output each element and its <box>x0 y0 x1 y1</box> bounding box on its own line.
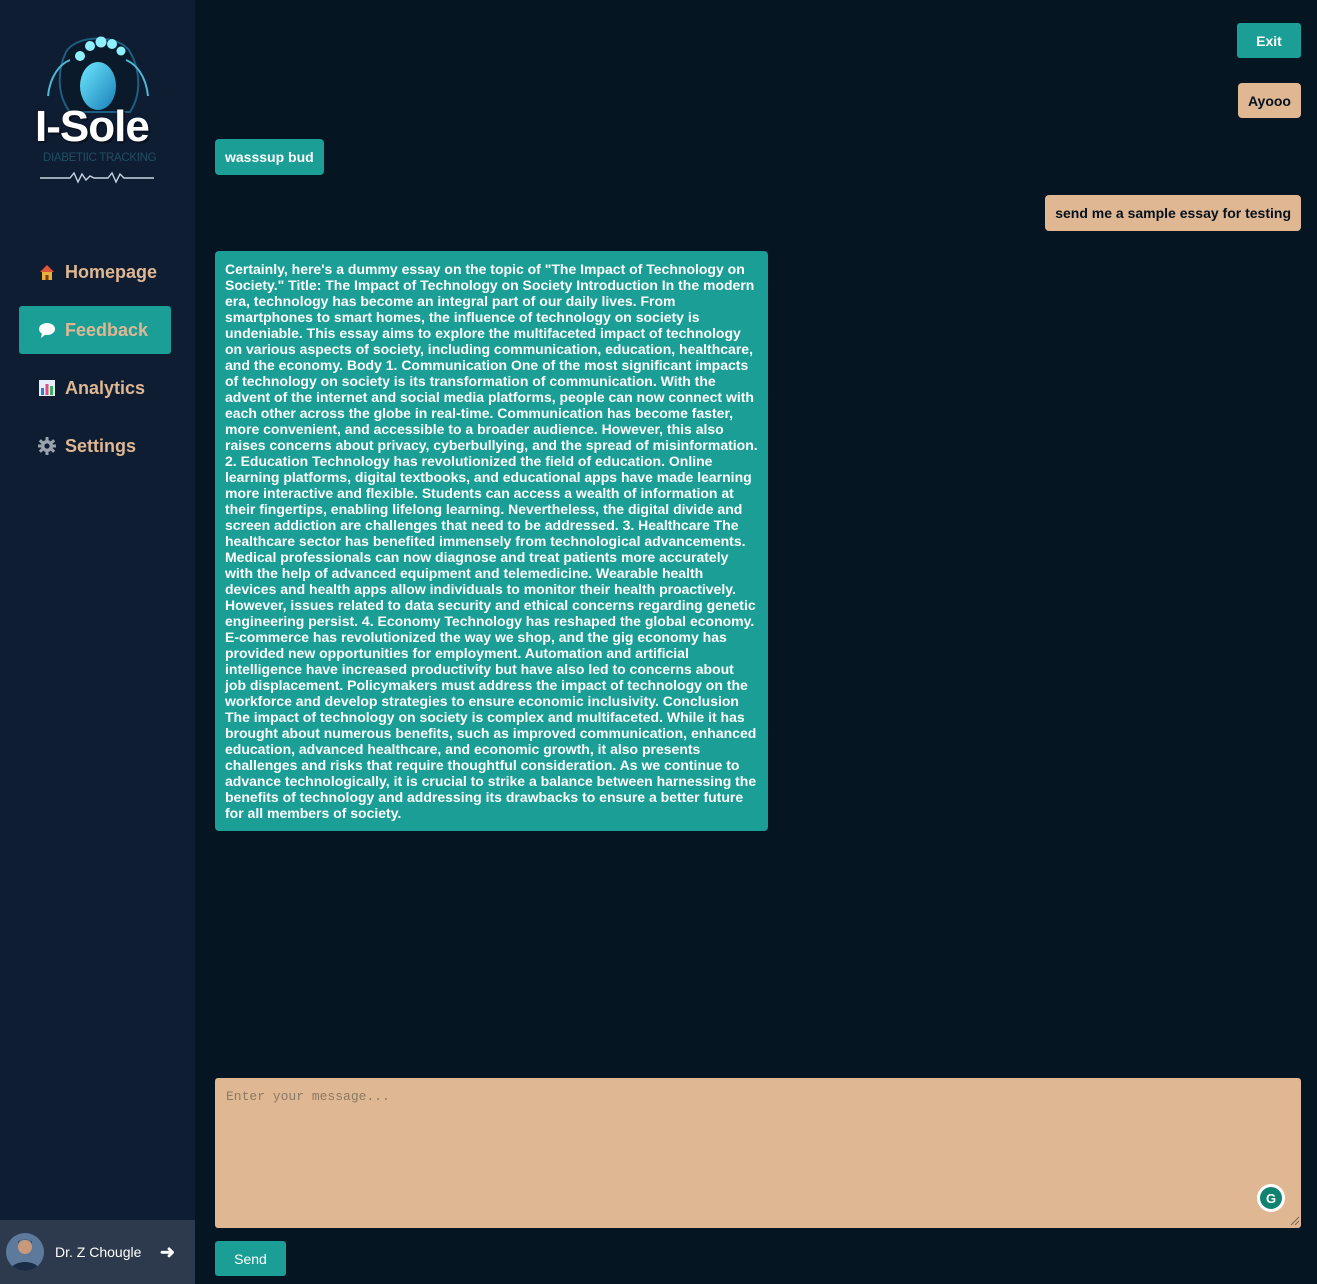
arrow-right-icon[interactable]: ➜ <box>160 1242 175 1263</box>
sidebar-item-homepage[interactable]: Homepage <box>19 248 171 296</box>
gear-icon <box>37 436 57 456</box>
app-logo[interactable]: I-Sole DIABETIIC TRACKING <box>30 24 170 186</box>
sidebar-item-label: Analytics <box>65 377 146 398</box>
sidebar: I-Sole DIABETIIC TRACKING Homepage Feedb… <box>0 0 195 1284</box>
send-button[interactable]: Send <box>215 1241 286 1276</box>
sidebar-item-label: Feedback <box>65 319 149 340</box>
logo-title: I-Sole <box>35 102 150 151</box>
sidebar-item-analytics[interactable]: Analytics <box>19 364 171 412</box>
user-message: send me a sample essay for testing <box>1045 195 1301 231</box>
sidebar-item-label: Settings <box>65 435 137 456</box>
sidebar-nav: Homepage Feedback Analytics Settings <box>19 248 171 480</box>
exit-button[interactable]: Exit <box>1237 23 1301 58</box>
speech-bubble-icon <box>37 320 57 340</box>
resize-grip-icon[interactable] <box>1290 1216 1300 1226</box>
grammarly-icon[interactable]: G <box>1257 1184 1285 1212</box>
avatar[interactable] <box>6 1233 44 1271</box>
user-profile-bar: Dr. Z Chougle ➜ <box>0 1220 195 1284</box>
sidebar-item-settings[interactable]: Settings <box>19 422 171 470</box>
bar-chart-icon <box>37 378 57 398</box>
logo-tagline: DIABETIIC TRACKING <box>43 152 157 164</box>
sidebar-item-label: Homepage <box>65 261 158 282</box>
user-name: Dr. Z Chougle <box>55 1244 142 1260</box>
sidebar-item-feedback[interactable]: Feedback <box>19 306 171 354</box>
message-input[interactable] <box>215 1078 1301 1228</box>
user-message: Ayooo <box>1237 83 1301 118</box>
grammarly-glyph: G <box>1260 1187 1282 1209</box>
bot-message: Certainly, here's a dummy essay on the t… <box>215 251 768 831</box>
house-icon <box>37 262 57 282</box>
bot-message: wasssup bud <box>215 139 324 175</box>
